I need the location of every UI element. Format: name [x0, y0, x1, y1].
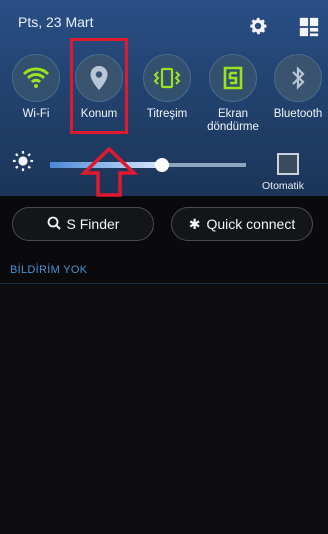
toggle-wifi[interactable]: Wi-Fi [0, 54, 72, 121]
toggle-bluetooth[interactable]: Bluetooth [262, 54, 328, 121]
bluetooth-icon [274, 54, 322, 102]
quick-connect-label: Quick connect [206, 216, 296, 232]
rotate-screen-icon [209, 54, 257, 102]
quick-settings-panel: Pts, 23 Mart Wi-Fi Konum Titreşim Ekran … [0, 0, 328, 197]
toggle-label: Bluetooth [273, 108, 323, 120]
location-highlight-box [70, 38, 128, 134]
grid-edit-icon[interactable] [298, 16, 320, 38]
wifi-icon [12, 54, 60, 102]
date-label: Pts, 23 Mart [18, 14, 94, 30]
auto-brightness-checkbox[interactable] [277, 153, 299, 175]
up-arrow-annotation-icon [80, 146, 138, 197]
toggle-label: Ekran döndürme [207, 108, 259, 133]
toggle-label: Wi-Fi [22, 108, 50, 120]
search-icon [47, 216, 61, 233]
settings-gear-icon[interactable] [247, 15, 269, 37]
toggle-label: Titreşim [146, 108, 188, 120]
brightness-sun-icon [12, 150, 34, 172]
divider [0, 283, 328, 284]
no-notifications-label: BİLDİRİM YOK [10, 264, 88, 276]
toggle-screen-rotation[interactable]: Ekran döndürme [197, 54, 269, 134]
auto-brightness-label: Otomatik [262, 180, 305, 192]
s-finder-button[interactable]: S Finder [12, 207, 154, 241]
asterisk-icon: ✱ [188, 215, 201, 232]
notification-area [0, 284, 328, 534]
s-finder-label: S Finder [66, 216, 120, 232]
brightness-slider-thumb[interactable] [154, 158, 169, 172]
vibrate-icon [143, 54, 191, 102]
quick-connect-button[interactable]: ✱ Quick connect [171, 207, 313, 241]
toggle-vibrate[interactable]: Titreşim [131, 54, 203, 121]
